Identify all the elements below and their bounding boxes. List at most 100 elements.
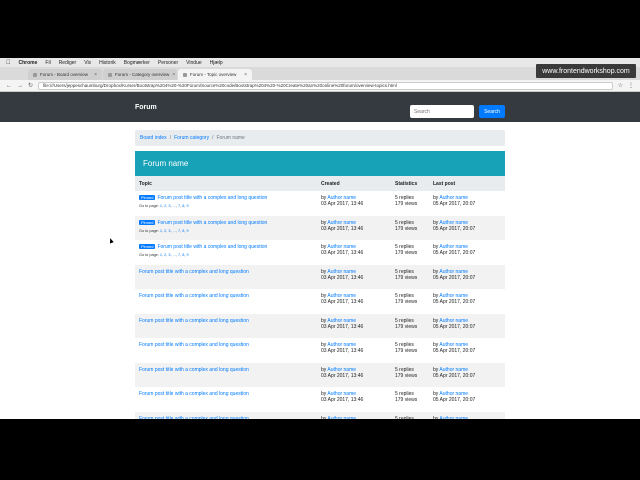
page-link[interactable]: 3 [168,229,170,233]
topic-title-link[interactable]: Forum post title with a complex and long… [139,293,249,299]
menu-vis[interactable]: Vis [84,60,91,66]
tab-board-overview[interactable]: Forum - Board overview × [28,69,102,80]
cell-statistics: 5 replies179 views [391,191,429,216]
search-input[interactable] [410,105,474,118]
goto-pages: Go to page: 1, 2, 3, ..., 7, 8, 9 [139,204,189,208]
topic-title-link[interactable]: Forum post title with a complex and long… [139,269,249,275]
menu-historik[interactable]: Historik [99,60,116,66]
cell-last-post: by Author name05 Apr 2017, 20:07 [429,313,505,338]
back-icon[interactable]: ← [6,83,12,89]
topic-title-link[interactable]: Forum post title with a complex and long… [139,342,249,348]
cell-statistics: 5 replies179 views [391,215,429,240]
cell-statistics: 5 replies179 views [391,411,429,419]
cell-created: by Author name03 Apr 2017, 13:46 [317,387,391,412]
page-link[interactable]: 7 [178,204,180,208]
page-link[interactable]: 1 [160,253,162,257]
page-link[interactable]: 9 [186,229,188,233]
page-link[interactable]: 8 [182,204,184,208]
menu-vindue[interactable]: Vindue [186,60,201,66]
last-author-link[interactable]: Author name [439,416,468,420]
cell-topic: Forum post title with a complex and long… [135,411,317,420]
tab-topic-overview[interactable]: Forum - Topic overview × [178,69,252,80]
page-link[interactable]: 7 [178,253,180,257]
menu-hjaelp[interactable]: Hjælp [210,60,223,66]
cell-statistics: 5 replies179 views [391,264,429,289]
cell-topic: Forum post title with a complex and long… [135,289,317,314]
close-tab-icon[interactable]: × [94,72,97,78]
menu-fil[interactable]: Fil [45,60,50,66]
page-link[interactable]: 1 [160,229,162,233]
goto-pages: Go to page: 1, 2, 3, ..., 7, 8, 9 [139,228,189,233]
views-count: 179 views [395,372,418,379]
topic-title-link[interactable]: Forum post title with a complex and long… [139,318,249,324]
created-date: 03 Apr 2017, 13:46 [321,348,364,354]
page-link[interactable]: ... [173,253,176,257]
page-link[interactable]: 2 [164,204,166,208]
cell-created: by Author name03 Apr 2017, 13:46 [317,338,391,363]
cell-statistics: 5 replies179 views [391,240,429,265]
created-date: 03 Apr 2017, 13:46 [321,323,364,330]
menu-rediger[interactable]: Rediger [59,60,77,66]
last-post-date: 05 Apr 2017, 20:07 [433,397,476,403]
author-link[interactable]: Author name [327,416,356,420]
page-link[interactable]: 3 [168,253,170,257]
navbar-brand[interactable]: Forum [135,104,157,111]
cell-last-post: by Author name05 Apr 2017, 20:07 [429,338,505,363]
cell-last-post: by Author name05 Apr 2017, 20:07 [429,289,505,314]
topic-title-link[interactable]: Forum post title with a complex and long… [157,244,267,250]
menu-bogmaerker[interactable]: Bogmærker [124,60,150,66]
page-link[interactable]: ... [173,229,176,233]
close-tab-icon[interactable]: × [244,72,247,78]
cell-last-post: by Author name05 Apr 2017, 20:07 [429,411,505,420]
address-bar: ← → ↻ file:///Users/jeppeschaumburg/Drop… [0,80,640,92]
tab-label: Forum - Topic overview [190,72,237,77]
page-link[interactable]: 8 [182,229,184,233]
reload-icon[interactable]: ↻ [28,82,33,89]
views-count: 179 views [395,250,418,256]
breadcrumb-separator: / [212,135,214,141]
last-post-date: 05 Apr 2017, 20:07 [433,274,476,281]
views-count: 179 views [395,201,418,207]
page-link[interactable]: 8 [182,253,184,257]
last-post-date: 05 Apr 2017, 20:07 [433,225,476,232]
url-field[interactable]: file:///Users/jeppeschaumburg/Dropbox/Ku… [38,81,613,90]
breadcrumb-current: Forum name [216,135,245,141]
last-post-date: 05 Apr 2017, 20:07 [433,201,476,207]
apple-icon[interactable]:  [6,60,11,66]
topic-title-link[interactable]: Forum post title with a complex and long… [157,195,267,201]
page-link[interactable]: 9 [186,204,188,208]
page-link[interactable]: 7 [178,229,180,233]
cell-created: by Author name03 Apr 2017, 13:46 [317,289,391,314]
menu-dots-icon[interactable]: ⋮ [628,82,634,89]
forward-icon[interactable]: → [17,83,23,89]
created-date: 03 Apr 2017, 13:46 [321,201,364,207]
breadcrumb-board-index[interactable]: Board index [140,135,167,141]
topic-title-link[interactable]: Forum post title with a complex and long… [157,220,267,226]
menu-personer[interactable]: Personer [158,60,178,66]
breadcrumb: Board index / Forum category / Forum nam… [135,130,505,146]
created-date: 03 Apr 2017, 13:46 [321,274,364,281]
breadcrumb-forum-category[interactable]: Forum category [174,135,209,141]
table-row: Forum post title with a complex and long… [135,387,505,412]
tab-category-overview[interactable]: Forum - Category overview × [103,69,177,80]
topic-title-link[interactable]: Forum post title with a complex and long… [139,416,249,420]
created-date: 03 Apr 2017, 13:46 [321,250,364,256]
page-link[interactable]: 9 [186,253,188,257]
page-link[interactable]: ... [173,204,176,208]
cell-topic: Pinned Forum post title with a complex an… [135,215,317,240]
cell-statistics: 5 replies179 views [391,387,429,412]
cell-last-post: by Author name05 Apr 2017, 20:07 [429,362,505,387]
close-tab-icon[interactable]: × [172,72,175,78]
goto-label: Go to page: [139,228,159,233]
page-link[interactable]: 2 [164,229,166,233]
topic-title-link[interactable]: Forum post title with a complex and long… [139,367,249,373]
page-link[interactable]: 2 [164,253,166,257]
topic-title-link[interactable]: Forum post title with a complex and long… [139,391,249,397]
menu-chrome[interactable]: Chrome [19,60,38,66]
header-topic: Topic [135,176,317,191]
bookmark-star-icon[interactable]: ☆ [618,82,623,89]
page-link[interactable]: 3 [168,204,170,208]
search-button[interactable]: Search [479,105,505,118]
site-navbar: Forum Search [0,92,640,122]
page-link[interactable]: 1 [160,204,162,208]
